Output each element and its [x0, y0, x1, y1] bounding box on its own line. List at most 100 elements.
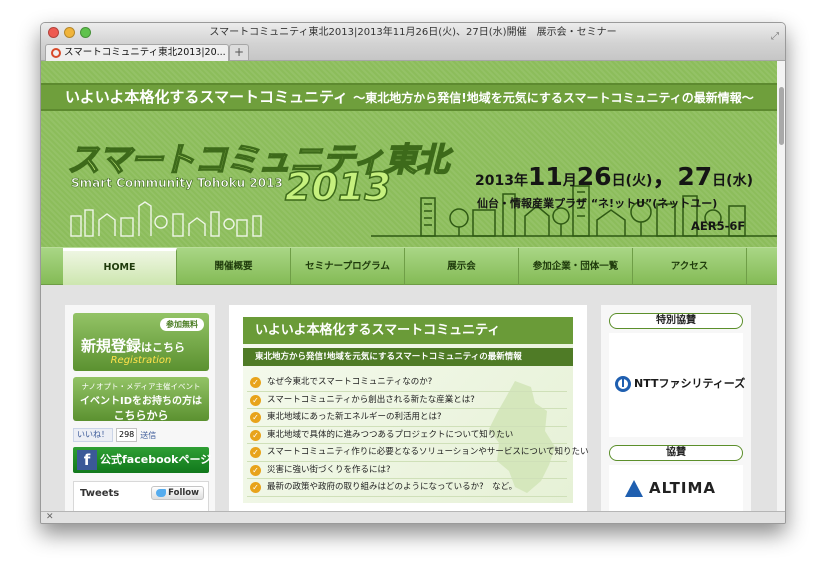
- feature-list: ✓ なぜ今東北でスマートコミュニティなのか? ✓ スマートコミュニティから創出される…: [247, 374, 589, 497]
- feature-title: いよいよ本格化するスマートコミュニティ: [243, 317, 573, 344]
- logo-english: Smart Community Tohoku 2013: [71, 176, 283, 191]
- header-tagline-sub: ～東北地方から発信!地域を元気にするスマートコミュニティの最新情報～: [353, 91, 754, 105]
- facebook-like-row: いいね！ 298 送信: [73, 427, 213, 443]
- date-day1-suffix: 日(火): [611, 173, 653, 189]
- list-item: ✓ なぜ今東北でスマートコミュニティなのか?: [247, 374, 567, 392]
- date-day2: 27: [677, 162, 713, 191]
- sponsor-box[interactable]: ALTIMA: [609, 465, 743, 513]
- main-content: いよいよ本格化するスマートコミュニティ 東北地方から発信!地域を元気にするスマー…: [229, 305, 589, 513]
- tab-bar: スマートコミュニティ東北2013|20... +: [41, 43, 785, 61]
- list-item-text: なぜ今東北でスマートコミュニティなのか?: [267, 377, 433, 387]
- right-sidebar: 特別協賛 NTTファシリティーズ 協賛 ALTIMA: [601, 305, 751, 513]
- window-controls: [48, 27, 91, 38]
- ntt-facilities-name: NTTファシリティーズ: [634, 377, 746, 390]
- follow-button[interactable]: Follow: [151, 486, 204, 500]
- list-item-text: スマートコミュニティから創出される新たな産業とは?: [267, 394, 475, 405]
- page-viewport: いよいよ本格化するスマートコミュニティ ～東北地方から発信!地域を元気にするスマ…: [41, 61, 785, 513]
- check-icon: ✓: [250, 394, 261, 406]
- check-icon: ✓: [250, 447, 261, 458]
- altima-logo: ALTIMA: [625, 479, 716, 497]
- list-item: ✓ スマートコミュニティから創出される新たな産業とは?: [247, 392, 567, 409]
- id-line-2: イベントIDをお持ちの方は: [79, 396, 203, 407]
- id-line-1: ナノオプト・メディア主催イベント: [81, 382, 201, 391]
- ntt-facilities-logo: NTTファシリティーズ: [615, 375, 745, 392]
- event-room: AER5-6F: [691, 219, 746, 233]
- special-sponsor-box[interactable]: NTTファシリティーズ: [609, 333, 745, 437]
- register-suffix-text: はこちら: [141, 341, 186, 354]
- twitter-widget: Tweets Follow: [73, 481, 209, 513]
- free-badge: 参加無料: [160, 318, 204, 331]
- facebook-icon: f: [77, 450, 97, 470]
- vertical-scrollbar[interactable]: [777, 61, 785, 513]
- facebook-page-label: 公式facebookページ: [100, 453, 212, 466]
- header-tagline: いよいよ本格化するスマートコミュニティ: [65, 88, 349, 106]
- nav-access[interactable]: アクセス: [633, 248, 747, 285]
- register-main-text: 新規登録: [81, 337, 142, 355]
- feature-subtitle: 東北地方から発信!地域を元気にするスマートコミュニティの最新情報: [243, 348, 573, 366]
- twitter-bird-icon: [156, 488, 167, 497]
- list-item-text: 災害に強い街づくりを作るには?: [267, 464, 391, 475]
- tab-title: スマートコミュニティ東北2013|20...: [64, 47, 226, 58]
- nav-exhibition[interactable]: 展示会: [405, 248, 519, 285]
- date-day1: 26: [576, 162, 612, 191]
- altima-mark-icon: [625, 480, 643, 497]
- scrollbar-thumb[interactable]: [779, 87, 784, 145]
- date-year: 2013: [475, 173, 514, 189]
- zoom-window-button[interactable]: [80, 27, 91, 38]
- close-window-button[interactable]: [48, 27, 59, 38]
- main-nav: HOME 開催概要 セミナープログラム 展示会 参加企業・団体一覧 アクセス: [41, 247, 777, 285]
- sponsor-heading: 協賛: [609, 445, 743, 461]
- tweets-title: Tweets: [80, 488, 120, 499]
- check-icon: ✓: [250, 412, 261, 423]
- list-item: ✓ 東北地域で具体的に進みつつあるプロジェクトについて知りたい: [247, 427, 567, 444]
- title-bar: スマートコミュニティ東北2013|2013年11月26日(火)、27日(水)開催…: [41, 23, 785, 43]
- check-icon: ✓: [250, 464, 261, 476]
- web-page: いよいよ本格化するスマートコミュニティ ～東北地方から発信!地域を元気にするスマ…: [41, 61, 777, 513]
- window-title: スマートコミュニティ東北2013|2013年11月26日(火)、27日(水)開催…: [209, 27, 617, 38]
- list-item: ✓ 最新の政策や政府の取り組みはどのようになっているか? など。: [247, 479, 567, 497]
- nav-overview[interactable]: 開催概要: [177, 248, 291, 285]
- browser-window: スマートコミュニティ東北2013|2013年11月26日(火)、27日(水)開催…: [40, 22, 786, 524]
- feature-banner[interactable]: いよいよ本格化するスマートコミュニティ 東北地方から発信!地域を元気にするスマー…: [243, 317, 589, 503]
- register-english-label: Registration: [110, 355, 172, 366]
- nav-home[interactable]: HOME: [63, 248, 177, 285]
- special-sponsor-heading: 特別協賛: [609, 313, 743, 329]
- header-tagline-bar: いよいよ本格化するスマートコミュニティ ～東北地方から発信!地域を元気にするスマ…: [41, 83, 777, 111]
- new-tab-button[interactable]: +: [229, 44, 249, 60]
- list-item: ✓ 東北地域にあった新エネルギーの利活用とは?: [247, 409, 567, 427]
- register-label: 新規登録はこちら: [81, 335, 185, 356]
- date-month-unit: 月: [562, 173, 577, 189]
- list-item-text: 最新の政策や政府の取り組みはどのようになっているか? など。: [267, 482, 518, 492]
- favicon-icon: [51, 48, 61, 58]
- send-button[interactable]: 送信: [140, 430, 156, 441]
- follow-label: Follow: [168, 488, 199, 498]
- list-item-text: 東北地域にあった新エネルギーの利活用とは?: [267, 412, 442, 422]
- event-id-login-button[interactable]: ナノオプト・メディア主催イベント イベントIDをお持ちの方は こちらから: [73, 377, 209, 422]
- nav-participants[interactable]: 参加企業・団体一覧: [519, 248, 633, 285]
- nav-seminar-program[interactable]: セミナープログラム: [291, 248, 405, 285]
- site-header: いよいよ本格化するスマートコミュニティ ～東北地方から発信!地域を元気にするスマ…: [41, 61, 777, 247]
- list-item-text: 東北地域で具体的に進みつつあるプロジェクトについて知りたい: [267, 429, 514, 440]
- register-button[interactable]: 参加無料 新規登録はこちら Registration: [73, 313, 209, 371]
- date-month: 11: [527, 162, 563, 191]
- like-button[interactable]: いいね！: [73, 428, 113, 442]
- list-item-text: スマートコミュニティ作りに必要となるソリューションやサービスについて知りたい: [267, 447, 589, 457]
- list-item: ✓ 災害に強い街づくりを作るには?: [247, 462, 567, 479]
- browser-tab[interactable]: スマートコミュニティ東北2013|20...: [45, 44, 229, 61]
- like-count: 298: [116, 428, 138, 442]
- close-status-icon[interactable]: ✕: [46, 512, 54, 522]
- date-separator: ，: [652, 162, 678, 191]
- altima-name: ALTIMA: [649, 479, 717, 497]
- ntt-logo-icon: [615, 376, 631, 392]
- list-item: ✓ スマートコミュニティ作りに必要となるソリューションやサービスについて知りたい: [247, 444, 589, 462]
- event-venue: 仙台・情報産業プラザ “ネ!ットU”(ネットユー): [477, 197, 718, 210]
- check-icon: ✓: [250, 482, 261, 493]
- facebook-page-button[interactable]: f 公式facebookページ: [73, 447, 212, 473]
- left-sidebar: 参加無料 新規登録はこちら Registration ナノオプト・メディア主催イ…: [65, 305, 215, 513]
- check-icon: ✓: [250, 429, 261, 441]
- date-year-unit: 年: [513, 173, 528, 189]
- id-line-3: こちらから: [113, 409, 169, 422]
- logo-year: 2013: [284, 164, 391, 210]
- minimize-window-button[interactable]: [64, 27, 75, 38]
- date-day2-suffix: 日(水): [712, 173, 753, 189]
